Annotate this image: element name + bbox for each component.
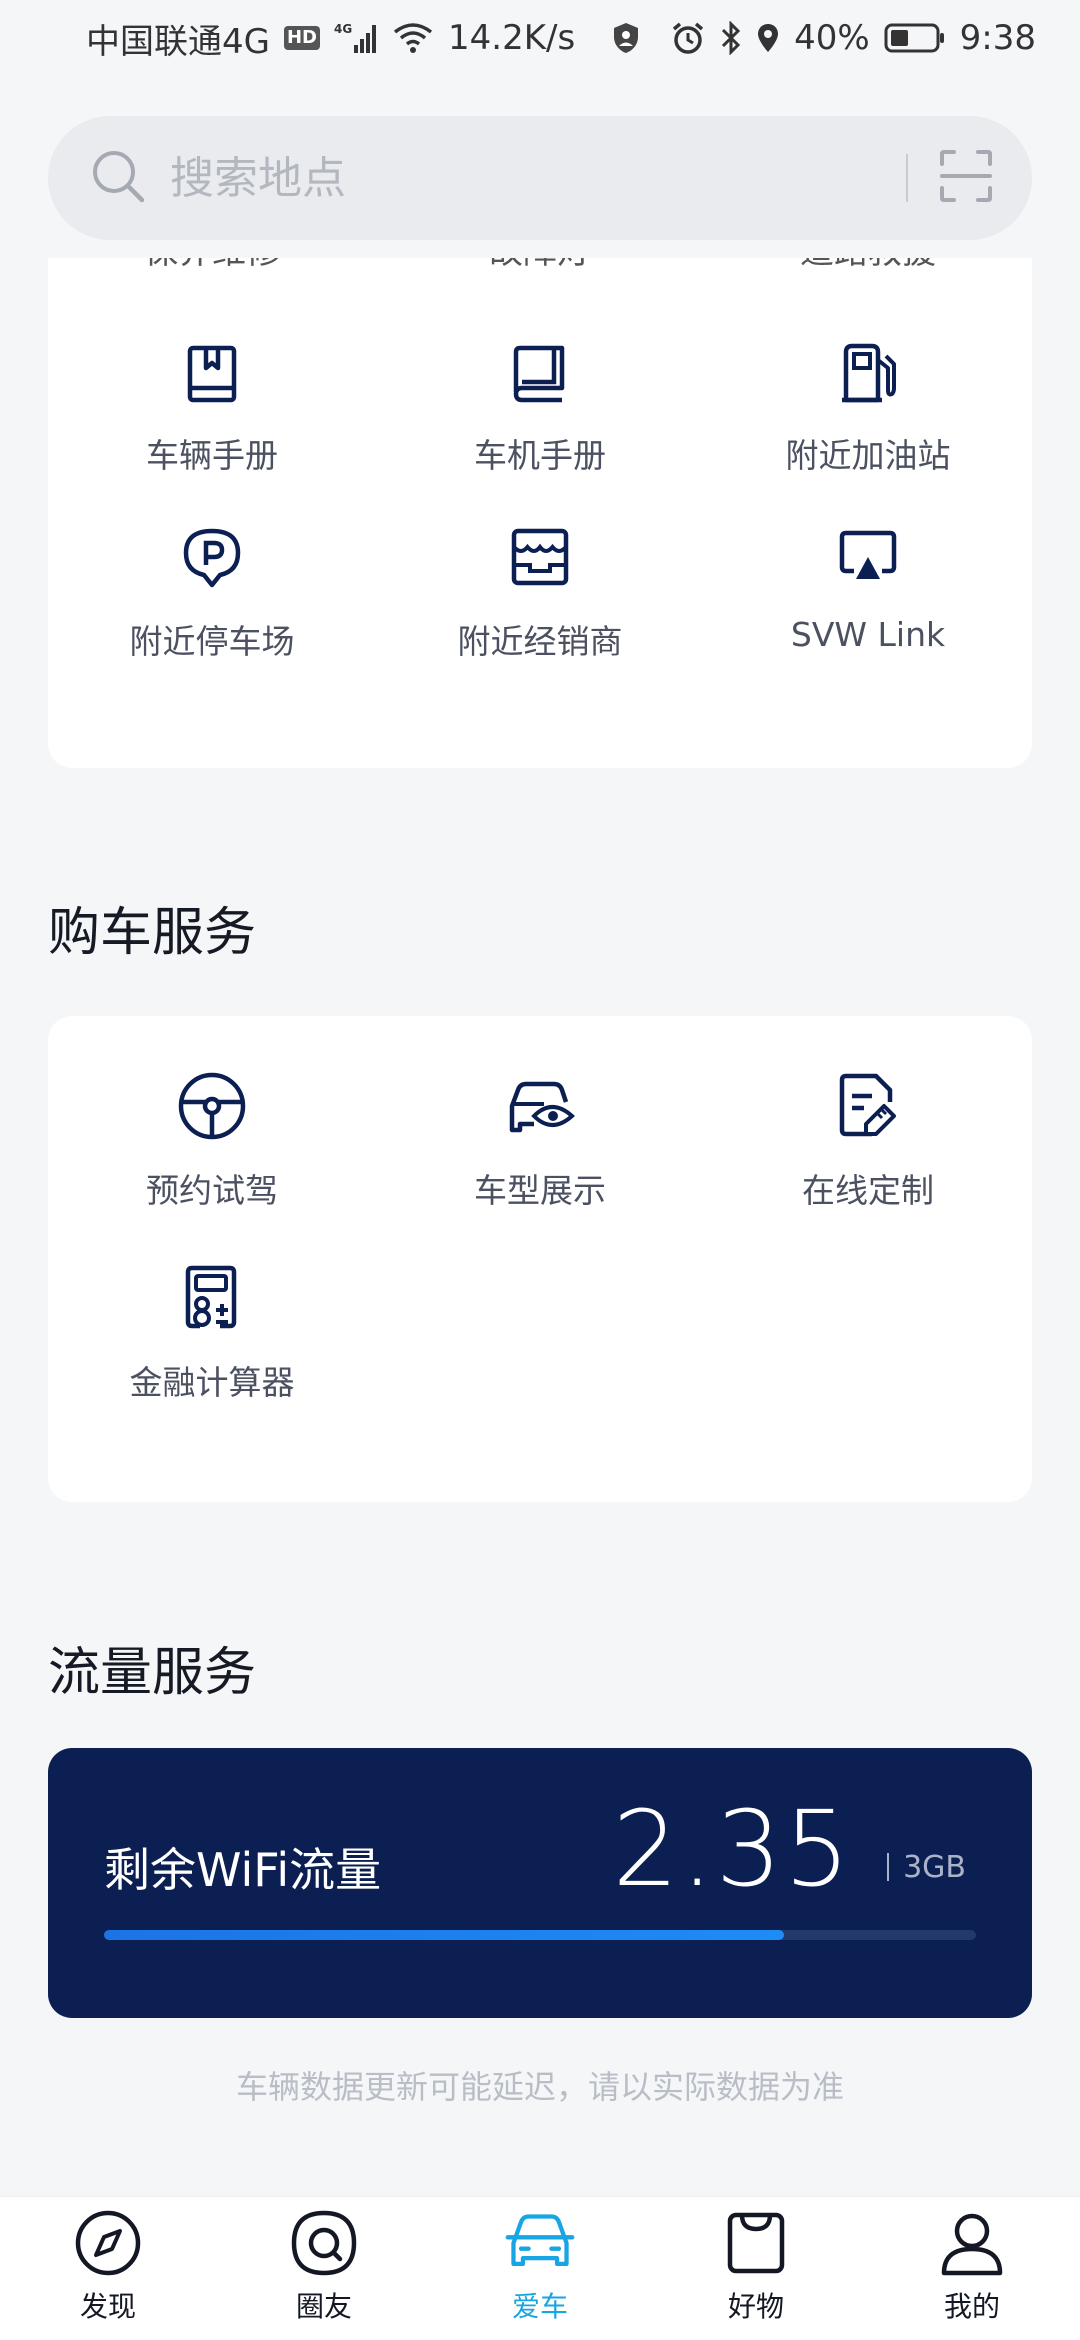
book-icon [172,336,252,411]
wifi-icon [392,22,434,54]
search-bar[interactable] [48,116,1032,240]
alarm-icon [670,21,706,55]
nearby-gas-station-item[interactable]: 附近加油站 [704,258,1032,477]
buy-services-title: 购车服务 [48,903,257,963]
item-label: 附近加油站 [785,436,951,475]
vehicle-manual-item[interactable]: 车辆手册 [48,258,376,477]
nearby-dealer-item[interactable]: 附近经销商 [376,477,704,696]
nav-label: 我的 [943,2290,1000,2323]
shop-icon [720,2207,792,2279]
nav-label: 发现 [79,2290,136,2323]
location-icon [756,22,780,54]
search-input[interactable] [170,152,906,204]
wifi-progress-track [104,1930,976,1940]
nearby-parking-item[interactable]: 附近停车场 [48,477,376,696]
item-label: SVW Link [790,615,946,654]
wifi-data-card[interactable]: 剩余WiFi流量 2.35 3GB [48,1748,1032,2018]
bottom-nav: 发现 圈友 爱车 好物 我的 [0,2196,1080,2340]
status-bar: 中国联通4G HD 4G 14.2K/s 40% 9:38 [0,0,1080,76]
nav-shop[interactable]: 好物 [648,2197,864,2340]
svw-link-item[interactable]: SVW Link [704,477,1032,696]
item-label: 金融计算器 [129,1363,295,1402]
compass-icon [72,2207,144,2279]
car-service-card: 保养维修 故障灯 道路救援 车辆手册 车机手册 [48,258,1032,768]
chat-icon [288,2207,360,2279]
carrier-text: 中国联通4G [86,21,270,62]
nav-circle[interactable]: 圈友 [216,2197,432,2340]
item-label: 附近经销商 [457,622,623,661]
head-unit-manual-item[interactable]: 车机手册 [376,258,704,477]
nav-label: 爱车 [511,2290,568,2323]
parking-icon [172,517,252,597]
wifi-data-total: 3GB [887,1850,966,1885]
battery-percent: 40% [794,18,870,58]
wifi-data-remaining: 2.35 [612,1788,852,1910]
buy-services-card: 预约试驾 车型展示 在线定制 金融计算器 [48,1016,1032,1502]
item-label: 车型展示 [474,1171,606,1210]
battery-icon [884,21,946,55]
network-speed: 14.2K/s [448,18,576,58]
nav-my-car[interactable]: 爱车 [432,2197,648,2340]
search-icon [88,146,148,210]
data-delay-notice: 车辆数据更新可能延迟，请以实际数据为准 [235,2068,844,2106]
data-services-title: 流量服务 [48,1643,257,1703]
finance-calculator-item[interactable]: 金融计算器 [48,1238,376,1460]
item-label: 附近停车场 [129,622,295,661]
search-divider [906,154,908,202]
nav-label: 圈友 [295,2290,352,2323]
scan-icon[interactable] [938,148,994,208]
screen-cast-icon [828,517,908,597]
item-label: 在线定制 [802,1171,934,1210]
wifi-progress-fill [104,1930,785,1940]
shield-icon [611,21,641,55]
nav-label: 好物 [727,2290,784,2323]
car-models-item[interactable]: 车型展示 [376,1016,704,1238]
online-customize-item[interactable]: 在线定制 [704,1016,1032,1238]
store-icon [500,517,580,597]
gas-station-icon [828,336,908,411]
calculator-icon [172,1258,252,1338]
hd-badge: HD [283,26,320,50]
wifi-data-label: 剩余WiFi流量 [104,1843,382,1897]
manual-icon [500,336,580,411]
user-icon [936,2207,1008,2279]
signal-icon: 4G [334,21,378,55]
item-label: 车辆手册 [146,436,278,475]
custom-doc-icon [828,1066,908,1146]
car-icon [504,2207,576,2279]
bluetooth-icon [720,21,742,55]
test-drive-item[interactable]: 预约试驾 [48,1016,376,1238]
clock: 9:38 [959,18,1036,58]
item-label: 预约试驾 [146,1171,278,1210]
item-label: 车机手册 [474,436,606,475]
car-view-icon [500,1066,580,1146]
net-type-text: 4G [334,22,352,36]
steering-wheel-icon [172,1066,252,1146]
nav-discover[interactable]: 发现 [0,2197,216,2340]
nav-profile[interactable]: 我的 [864,2197,1080,2340]
